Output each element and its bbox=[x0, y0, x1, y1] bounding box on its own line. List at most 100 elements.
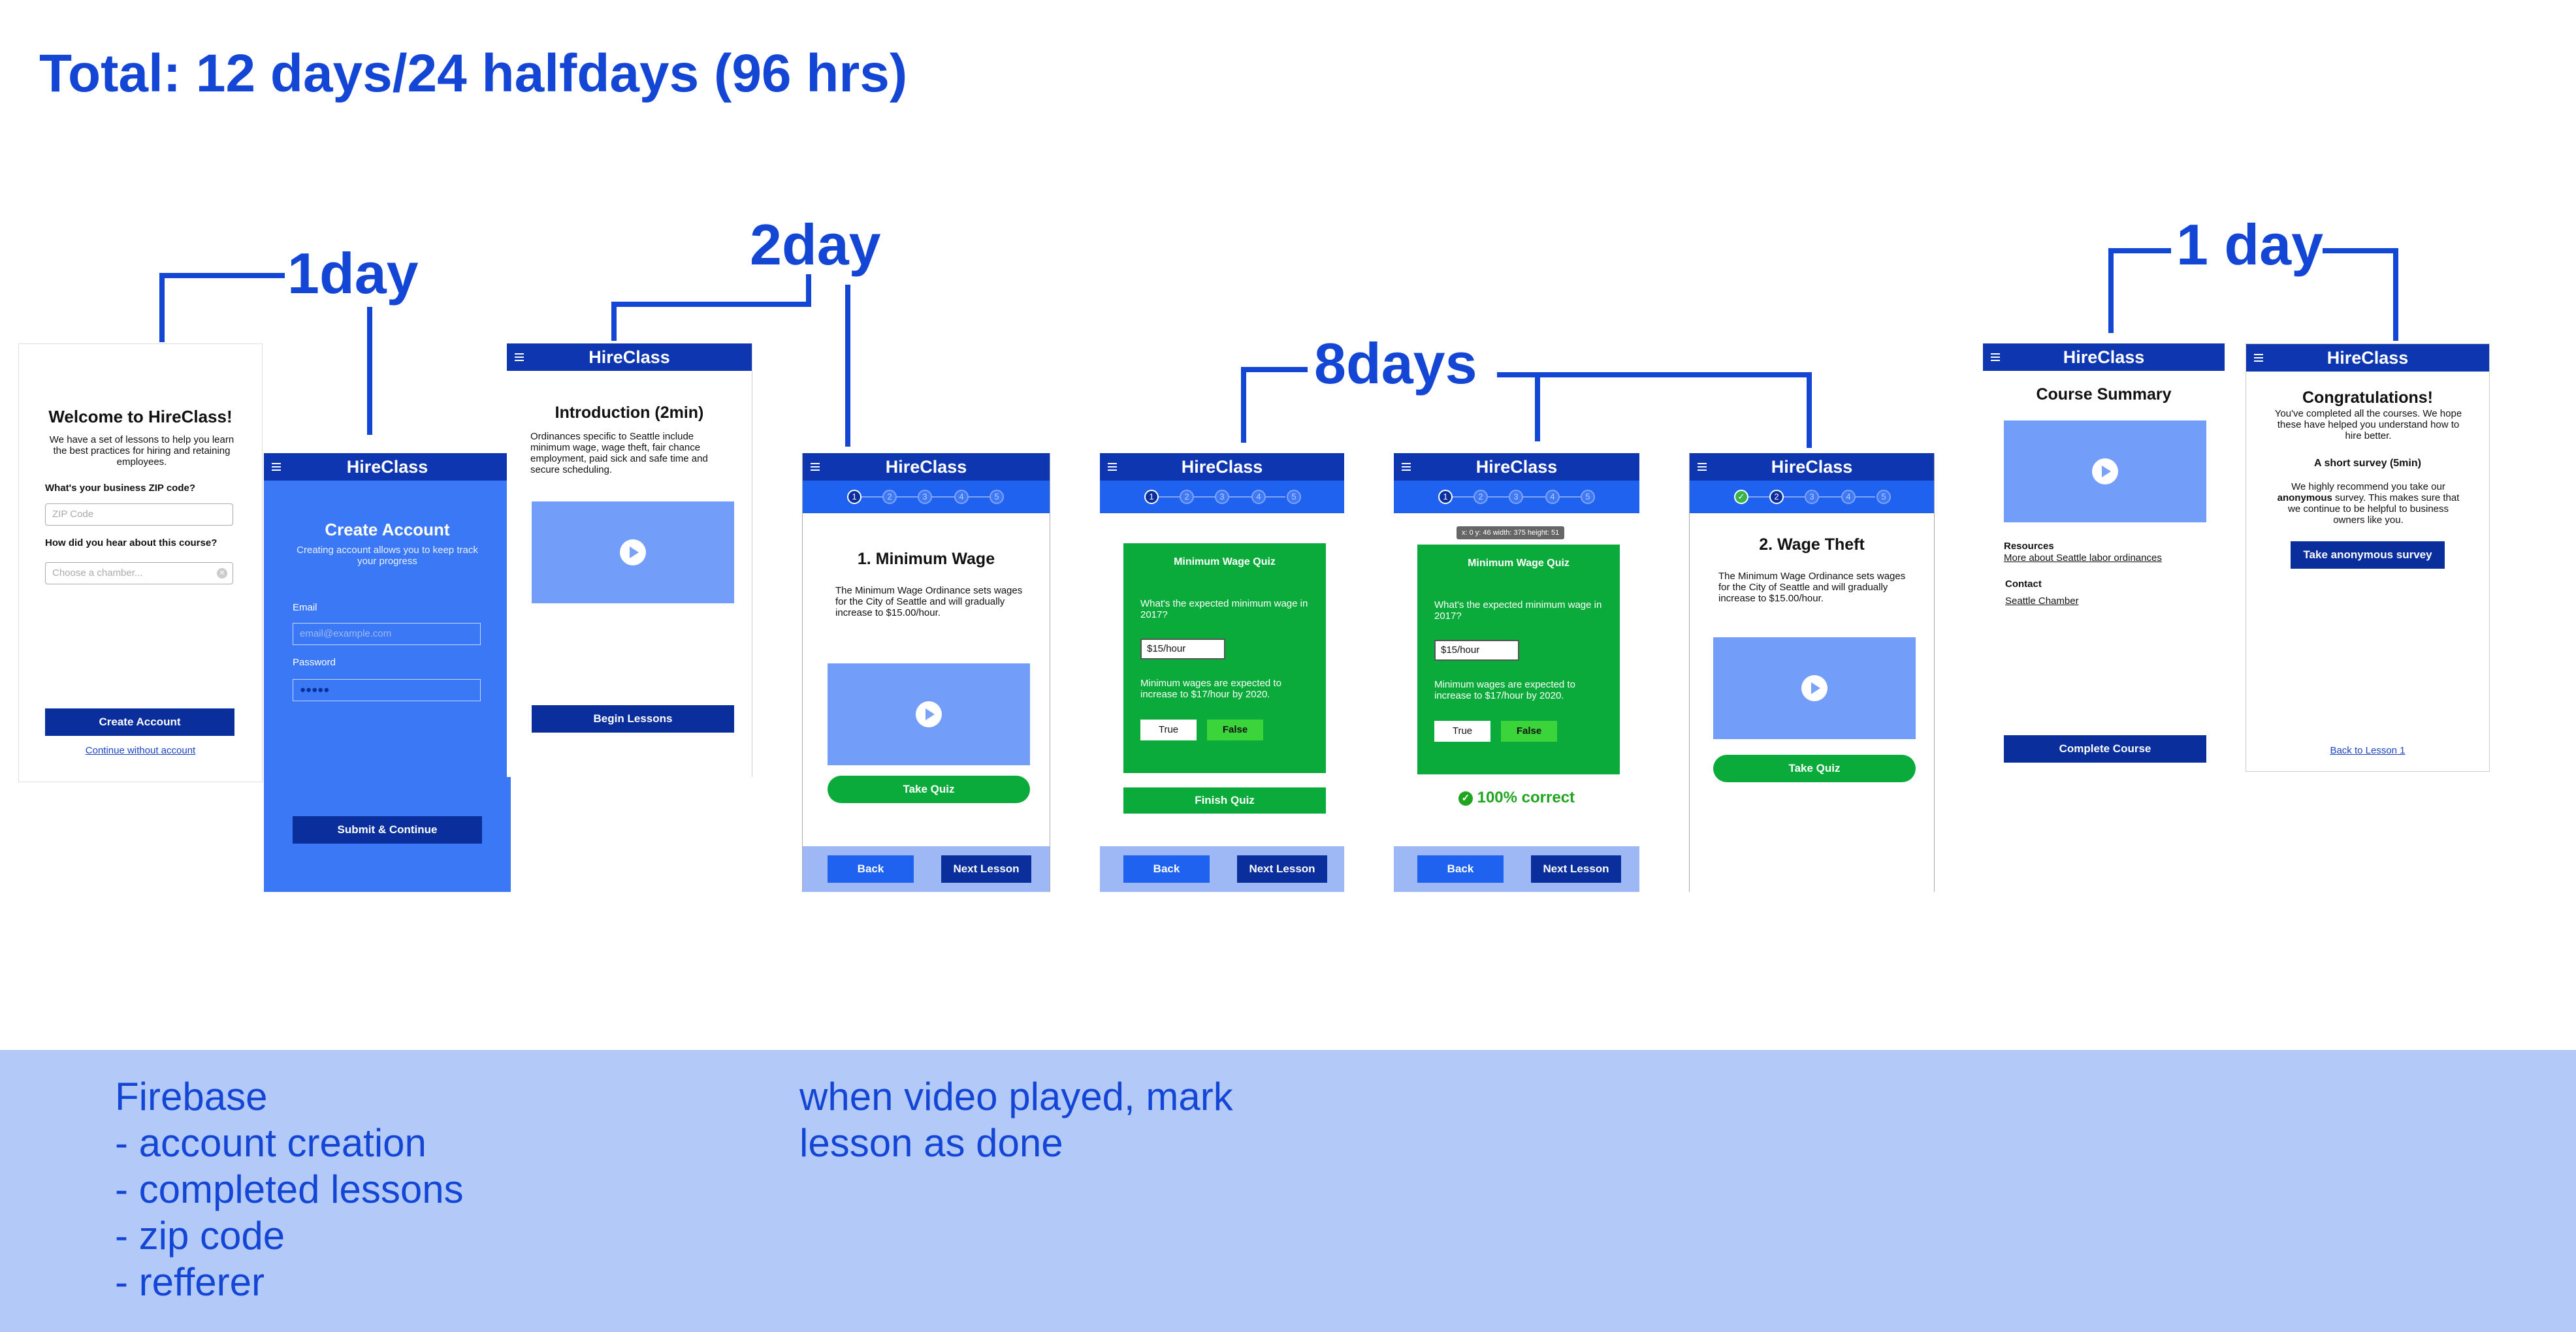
take-survey-button[interactable]: Take anonymous survey bbox=[2291, 541, 2445, 569]
next-lesson-button[interactable]: Next Lesson bbox=[1237, 855, 1327, 883]
step-4[interactable]: 4 bbox=[954, 490, 969, 504]
bracket-line bbox=[1241, 367, 1308, 372]
create-account-button[interactable]: Create Account bbox=[45, 708, 234, 736]
result-text: 100% correct bbox=[1477, 789, 1575, 806]
complete-course-button[interactable]: Complete Course bbox=[2004, 735, 2206, 763]
bracket-line bbox=[159, 273, 285, 278]
video-player[interactable] bbox=[828, 663, 1030, 765]
quiz-card: Minimum Wage Quiz What's the expected mi… bbox=[1123, 543, 1326, 773]
step-2[interactable]: 2 bbox=[1769, 490, 1784, 504]
step-2[interactable]: 2 bbox=[882, 490, 897, 504]
next-lesson-button[interactable]: Next Lesson bbox=[941, 855, 1031, 883]
clear-icon[interactable]: ✕ bbox=[217, 568, 227, 579]
video-player[interactable] bbox=[2004, 420, 2206, 522]
step-1-complete-icon[interactable]: ✓ bbox=[1734, 490, 1748, 504]
true-button[interactable]: True bbox=[1434, 721, 1490, 742]
continue-without-account-link[interactable]: Continue without account bbox=[19, 745, 262, 756]
lesson-desc: The Minimum Wage Ordinance sets wages fo… bbox=[1718, 571, 1906, 604]
resources-link[interactable]: More about Seattle labor ordinances bbox=[2004, 552, 2162, 563]
play-icon[interactable] bbox=[2092, 458, 2118, 484]
firebase-note: Firebase - account creation - completed … bbox=[115, 1075, 464, 1304]
bracket-line bbox=[1497, 372, 1812, 377]
back-to-lesson-link[interactable]: Back to Lesson 1 bbox=[2246, 745, 2489, 756]
video-note: when video played, mark lesson as done bbox=[799, 1075, 1233, 1165]
create-title: Create Account bbox=[325, 520, 450, 539]
play-icon[interactable] bbox=[1801, 675, 1827, 701]
zip-input[interactable]: ZIP Code bbox=[45, 503, 233, 526]
contact-link[interactable]: Seattle Chamber bbox=[2005, 595, 2079, 607]
video-player[interactable] bbox=[532, 501, 734, 603]
video-player[interactable] bbox=[1713, 637, 1916, 739]
password-label: Password bbox=[293, 657, 336, 668]
step-2[interactable]: 2 bbox=[1473, 490, 1488, 504]
step-3[interactable]: 3 bbox=[1215, 490, 1229, 504]
estimate-wrapup: 1 day bbox=[2176, 212, 2324, 277]
app-header: HireClass bbox=[1690, 453, 1934, 481]
menu-icon[interactable] bbox=[1108, 463, 1117, 471]
finish-quiz-button[interactable]: Finish Quiz bbox=[1123, 787, 1326, 814]
menu-icon[interactable] bbox=[811, 463, 820, 471]
menu-icon[interactable] bbox=[1991, 353, 2000, 361]
app-header: HireClass bbox=[507, 343, 752, 371]
back-button[interactable]: Back bbox=[828, 855, 914, 883]
take-quiz-button[interactable]: Take Quiz bbox=[1713, 755, 1916, 782]
lesson2-screen: HireClass ✓ 2 3 4 5 2. Wage Theft The Mi… bbox=[1689, 453, 1935, 892]
quiz-screen: HireClass 1 2 3 4 5 Minimum Wage Quiz Wh… bbox=[1100, 453, 1344, 892]
email-field[interactable]: email@example.com bbox=[293, 623, 481, 645]
bracket-line bbox=[1535, 372, 1540, 441]
create-account-screen: HireClass Create Account Creating accoun… bbox=[264, 453, 511, 892]
take-quiz-button[interactable]: Take Quiz bbox=[828, 776, 1030, 803]
false-button[interactable]: False bbox=[1501, 721, 1557, 742]
step-3[interactable]: 3 bbox=[1805, 490, 1819, 504]
step-4[interactable]: 4 bbox=[1841, 490, 1856, 504]
lesson-stepper: 1 2 3 4 5 bbox=[803, 481, 1050, 513]
menu-icon[interactable] bbox=[515, 353, 524, 361]
intro-title: Introduction (2min) bbox=[555, 404, 704, 422]
bracket-line bbox=[806, 274, 811, 307]
play-icon[interactable] bbox=[620, 539, 646, 565]
submit-continue-button[interactable]: Submit & Continue bbox=[293, 816, 482, 844]
answer-input[interactable]: $15/hour bbox=[1434, 640, 1519, 661]
menu-icon[interactable] bbox=[2254, 354, 2263, 362]
menu-icon[interactable] bbox=[1698, 463, 1707, 471]
step-4[interactable]: 4 bbox=[1251, 490, 1266, 504]
bracket-line bbox=[2323, 248, 2398, 253]
step-2[interactable]: 2 bbox=[1180, 490, 1194, 504]
step-5[interactable]: 5 bbox=[1287, 490, 1301, 504]
lesson1-screen: HireClass 1 2 3 4 5 1. Minimum Wage The … bbox=[802, 453, 1050, 892]
bracket-line bbox=[1807, 372, 1812, 448]
step-5[interactable]: 5 bbox=[1876, 490, 1891, 504]
bracket-line bbox=[845, 285, 850, 447]
back-button[interactable]: Back bbox=[1123, 855, 1210, 883]
step-1[interactable]: 1 bbox=[1144, 490, 1159, 504]
summary-title: Course Summary bbox=[2036, 385, 2172, 404]
app-header: HireClass bbox=[264, 453, 511, 481]
quiz-question-1: What's the expected minimum wage in 2017… bbox=[1140, 598, 1308, 620]
true-button[interactable]: True bbox=[1140, 720, 1197, 740]
answer-input[interactable]: $15/hour bbox=[1140, 639, 1225, 659]
step-5[interactable]: 5 bbox=[990, 490, 1004, 504]
hear-label: How did you hear about this course? bbox=[45, 537, 217, 548]
play-icon[interactable] bbox=[916, 701, 942, 727]
step-3[interactable]: 3 bbox=[918, 490, 932, 504]
lesson-stepper: 1 2 3 4 5 bbox=[1394, 481, 1639, 513]
step-1[interactable]: 1 bbox=[1438, 490, 1453, 504]
bracket-line bbox=[367, 307, 372, 435]
step-4[interactable]: 4 bbox=[1545, 490, 1560, 504]
lesson-title: 1. Minimum Wage bbox=[857, 550, 995, 568]
begin-lessons-button[interactable]: Begin Lessons bbox=[532, 705, 734, 733]
password-field[interactable]: ●●●●● bbox=[293, 679, 481, 701]
next-lesson-button[interactable]: Next Lesson bbox=[1531, 855, 1621, 883]
step-3[interactable]: 3 bbox=[1509, 490, 1523, 504]
chamber-select[interactable]: Choose a chamber... ✕ bbox=[45, 562, 233, 584]
chamber-placeholder: Choose a chamber... bbox=[52, 567, 143, 579]
quiz-question-2: Minimum wages are expected to increase t… bbox=[1140, 678, 1281, 700]
menu-icon[interactable] bbox=[272, 463, 281, 471]
back-button[interactable]: Back bbox=[1417, 855, 1504, 883]
step-5[interactable]: 5 bbox=[1581, 490, 1595, 504]
step-1[interactable]: 1 bbox=[847, 490, 861, 504]
zip-label: What's your business ZIP code? bbox=[45, 483, 196, 494]
menu-icon[interactable] bbox=[1402, 463, 1411, 471]
quiz-question-2: Minimum wages are expected to increase t… bbox=[1434, 679, 1575, 701]
false-button[interactable]: False bbox=[1207, 720, 1263, 740]
